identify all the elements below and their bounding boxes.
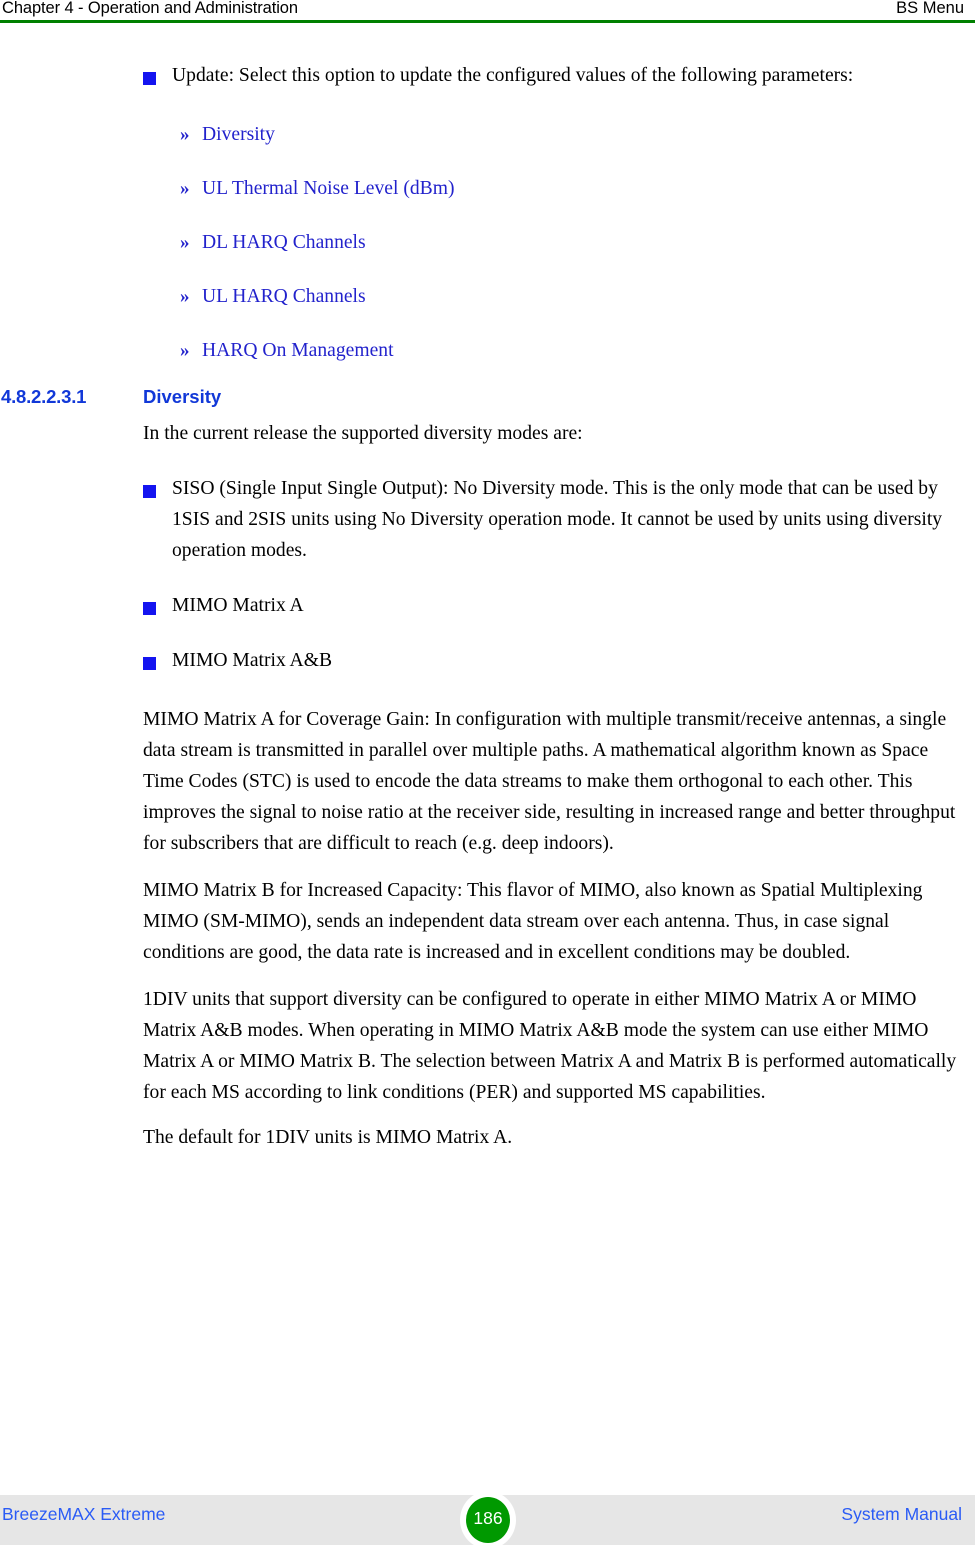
paragraph-default-1div: The default for 1DIV units is MIMO Matri…	[143, 1127, 513, 1148]
section-heading-diversity: 4.8.2.2.3.1 Diversity	[0, 386, 975, 416]
xref-link-label[interactable]: Diversity	[202, 119, 962, 150]
xref-link-label[interactable]: UL Thermal Noise Level (dBm)	[202, 173, 962, 204]
list-item-xref-ul-harq-channels[interactable]: » UL HARQ Channels	[0, 281, 975, 312]
square-bullet-icon	[143, 72, 156, 85]
list-item-update: Update: Select this option to update the…	[0, 60, 975, 91]
list-item-xref-dl-harq-channels[interactable]: » DL HARQ Channels	[0, 227, 975, 258]
square-bullet-icon	[143, 657, 156, 670]
list-item-siso: SISO (Single Input Single Output): No Di…	[0, 473, 975, 566]
xref-link-label[interactable]: UL HARQ Channels	[202, 281, 962, 312]
section-number: 4.8.2.2.3.1	[1, 386, 87, 407]
footer-product-name: BreezeMAX Extreme	[2, 1504, 166, 1524]
square-bullet-icon	[143, 485, 156, 498]
page-number: 186	[473, 1508, 503, 1528]
list-item-label: Update: Select this option to update the…	[172, 65, 854, 86]
paragraph-1div-units-modes: 1DIV units that support diversity can be…	[143, 989, 957, 1103]
page-content: Update: Select this option to update the…	[0, 24, 975, 1153]
paragraph-mimo-matrix-b-increased-capacity: MIMO Matrix B for Increased Capacity: Th…	[143, 880, 923, 963]
page-footer: BreezeMAX Extreme 186 System Manual	[0, 1491, 975, 1549]
double-chevron-icon: »	[180, 340, 190, 361]
list-item-label: SISO (Single Input Single Output): No Di…	[172, 478, 943, 561]
footer-document-name: System Manual	[841, 1504, 962, 1524]
header-chapter-title: Chapter 4 - Operation and Administration	[2, 0, 298, 17]
list-item-mimo-matrix-a-and-b: MIMO Matrix A&B	[0, 645, 975, 676]
paragraph-intro: In the current release the supported div…	[143, 423, 583, 444]
list-item-mimo-matrix-a: MIMO Matrix A	[0, 590, 975, 621]
double-chevron-icon: »	[180, 286, 190, 307]
square-bullet-icon	[143, 602, 156, 615]
list-item-label: MIMO Matrix A	[172, 595, 304, 616]
xref-link-label[interactable]: DL HARQ Channels	[202, 227, 962, 258]
double-chevron-icon: »	[180, 232, 190, 253]
xref-link-label[interactable]: HARQ On Management	[202, 335, 962, 366]
list-item-xref-diversity[interactable]: » Diversity	[0, 119, 975, 150]
header-section-label: BS Menu	[896, 0, 964, 17]
list-item-label: MIMO Matrix A&B	[172, 650, 333, 671]
double-chevron-icon: »	[180, 178, 190, 199]
list-item-xref-harq-on-management[interactable]: » HARQ On Management	[0, 335, 975, 366]
double-chevron-icon: »	[180, 124, 190, 145]
header-divider-rule	[0, 20, 975, 23]
paragraph-mimo-matrix-a-coverage-gain: MIMO Matrix A for Coverage Gain: In conf…	[143, 709, 956, 854]
section-title: Diversity	[143, 386, 222, 407]
list-item-xref-ul-thermal-noise-level[interactable]: » UL Thermal Noise Level (dBm)	[0, 173, 975, 204]
page-number-badge: 186	[460, 1491, 516, 1549]
